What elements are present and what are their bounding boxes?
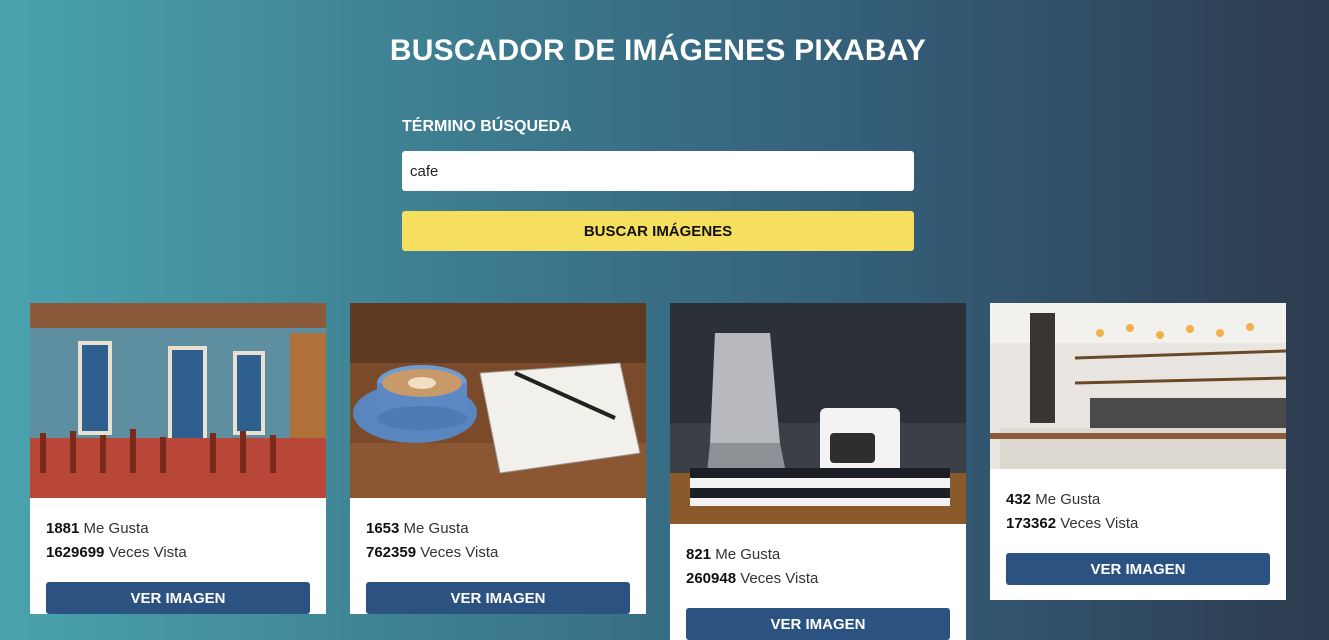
search-button[interactable]: BUSCAR IMÁGENES <box>402 211 914 251</box>
result-image <box>670 303 966 524</box>
likes-label: Me Gusta <box>79 520 149 537</box>
result-card: 1881 Me Gusta 1629699 Veces Vista VER IM… <box>30 303 326 614</box>
likes-label: Me Gusta <box>711 546 781 563</box>
views-label: Veces Vista <box>104 544 187 561</box>
view-image-button[interactable]: VER IMAGEN <box>366 582 630 614</box>
views-label: Veces Vista <box>416 544 499 561</box>
view-image-button[interactable]: VER IMAGEN <box>46 582 310 614</box>
search-input[interactable] <box>402 151 914 191</box>
likes-count: 821 <box>686 546 712 563</box>
likes-count: 432 <box>1006 491 1032 508</box>
result-image <box>350 303 646 498</box>
likes-label: Me Gusta <box>1031 491 1101 508</box>
search-label: TÉRMINO BÚSQUEDA <box>402 118 572 135</box>
views-count: 260948 <box>686 570 737 587</box>
page-title: BUSCADOR DE IMÁGENES PIXABAY <box>389 34 927 67</box>
views-label: Veces Vista <box>736 570 819 587</box>
likes-count: 1881 <box>46 520 80 537</box>
views-count: 1629699 <box>46 544 105 561</box>
views-label: Veces Vista <box>1056 515 1139 532</box>
result-card: 1653 Me Gusta 762359 Veces Vista VER IMA… <box>350 303 646 614</box>
view-image-button[interactable]: VER IMAGEN <box>1006 553 1270 585</box>
result-card: 821 Me Gusta 260948 Veces Vista VER IMAG… <box>670 303 966 640</box>
result-card: 432 Me Gusta 173362 Veces Vista VER IMAG… <box>990 303 1286 600</box>
result-image <box>990 303 1286 469</box>
likes-count: 1653 <box>366 520 400 537</box>
likes-label: Me Gusta <box>399 520 469 537</box>
views-count: 762359 <box>366 544 417 561</box>
view-image-button[interactable]: VER IMAGEN <box>686 608 950 640</box>
result-image <box>30 303 326 498</box>
views-count: 173362 <box>1006 515 1057 532</box>
